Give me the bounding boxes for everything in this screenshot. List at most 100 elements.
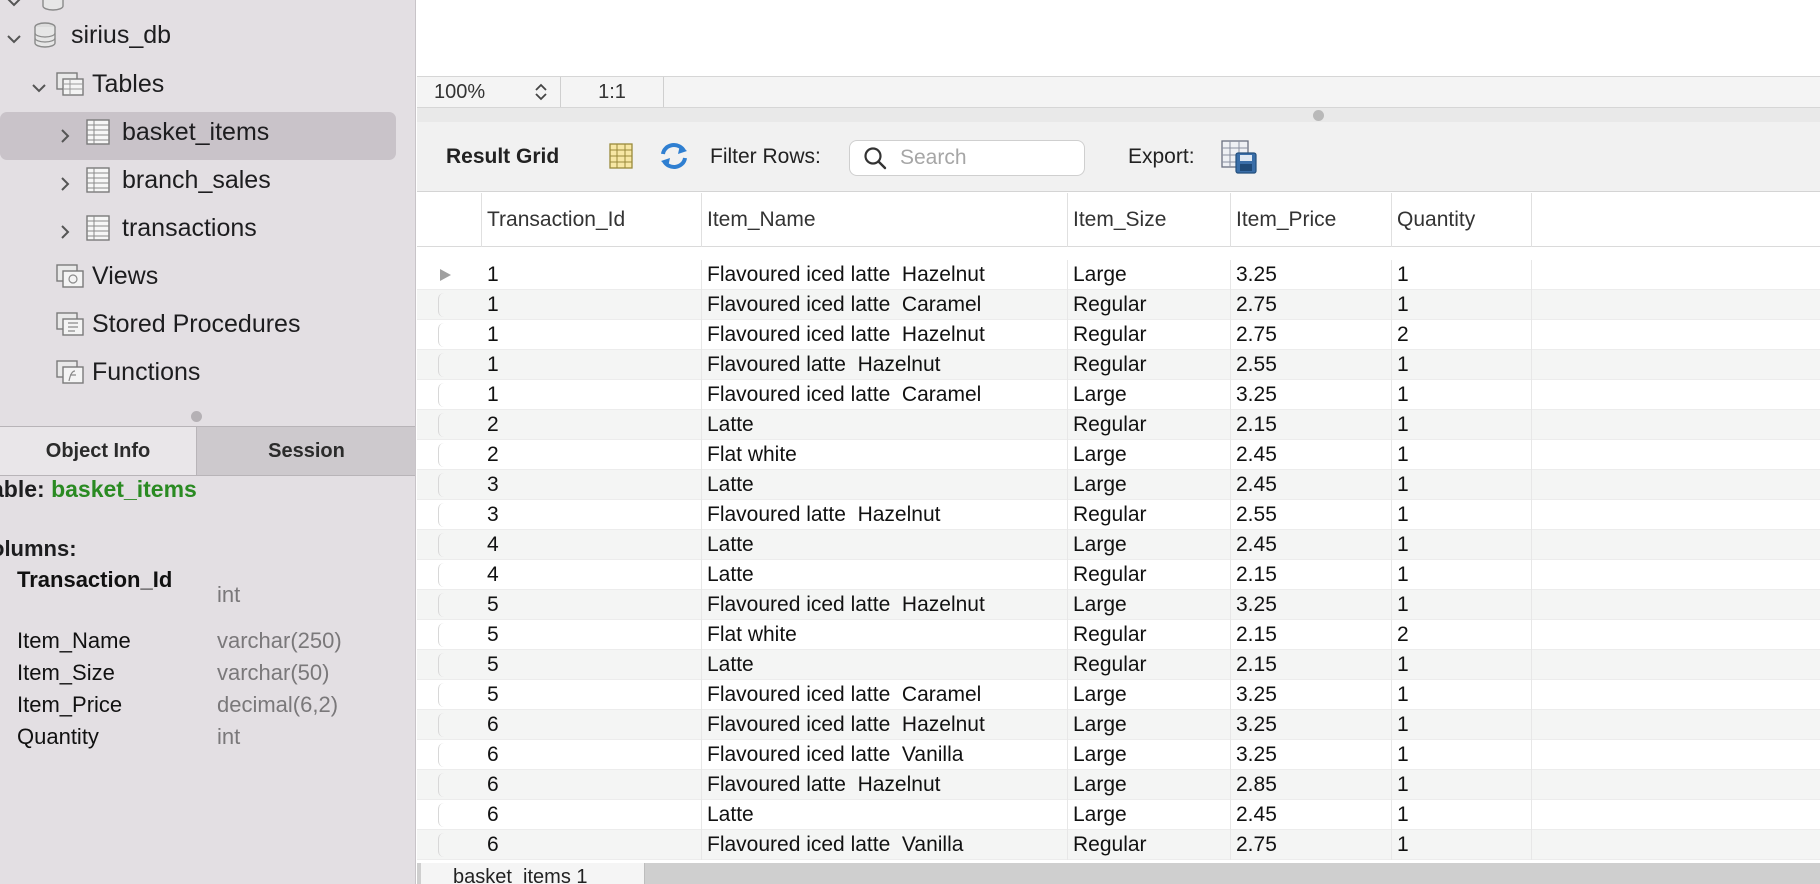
table-cell[interactable]: 3.25 [1231,740,1392,770]
table-cell[interactable]: 1 [482,320,702,350]
table-cell[interactable]: 1 [1392,290,1532,320]
table-cell[interactable]: 1 [1392,470,1532,500]
table-cell[interactable]: 2.75 [1231,320,1392,350]
table-cell[interactable]: 1 [482,260,702,290]
table-cell[interactable]: Latte [702,650,1068,680]
chevron-right-icon[interactable] [56,123,74,143]
table-cell[interactable]: 2.45 [1231,530,1392,560]
table-cell[interactable]: Large [1068,710,1231,740]
table-row[interactable]: 1 Flavoured iced latte Hazelnut Regular 2.7… [417,320,1820,350]
table-cell[interactable]: 2.85 [1231,770,1392,800]
table-row[interactable]: 6 Flavoured iced latte Vanilla Regular 2.75… [417,830,1820,860]
table-cell[interactable]: 2 [1392,620,1532,650]
table-cell[interactable]: 6 [482,830,702,860]
table-cell[interactable]: Flavoured latte Hazelnut [702,770,1068,800]
table-cell[interactable]: 1 [1392,800,1532,830]
grid-layout-icon[interactable] [607,142,635,170]
table-cell[interactable]: 1 [1392,410,1532,440]
table-cell[interactable]: 2.75 [1231,830,1392,860]
table-cell[interactable]: 5 [482,590,702,620]
table-cell[interactable]: 1 [1392,260,1532,290]
table-row[interactable]: 1 Flavoured iced latte Hazelnut Large 3.25 1 [417,260,1820,290]
refresh-icon[interactable] [657,140,691,172]
table-row[interactable]: 6 Flavoured iced latte Vanilla Large 3.25 1 [417,740,1820,770]
table-cell[interactable]: Large [1068,260,1231,290]
table-cell[interactable]: 1 [1392,380,1532,410]
table-cell[interactable]: 2 [1392,320,1532,350]
table-cell[interactable]: 1 [1392,680,1532,710]
table-cell[interactable]: 1 [482,380,702,410]
table-row[interactable]: 2 Flat white Large 2.45 1 [417,440,1820,470]
table-cell[interactable]: 1 [482,350,702,380]
table-cell[interactable]: Regular [1068,830,1231,860]
table-row[interactable]: 5 Flat white Regular 2.15 2 [417,620,1820,650]
table-cell[interactable]: 2.45 [1231,800,1392,830]
tab-object-info[interactable]: Object Info [0,427,197,475]
table-cell[interactable]: 2.55 [1231,500,1392,530]
table-item-branch-sales[interactable]: branch_sales [0,160,415,200]
table-cell[interactable]: Flavoured iced latte Vanilla [702,740,1068,770]
column-header[interactable]: Quantity [1392,193,1532,247]
table-cell[interactable]: 6 [482,710,702,740]
table-cell[interactable]: Large [1068,800,1231,830]
column-header[interactable]: Transaction_Id [482,193,702,247]
table-cell[interactable]: 6 [482,770,702,800]
table-row[interactable]: 6 Latte Large 2.45 1 [417,800,1820,830]
table-cell[interactable]: 5 [482,620,702,650]
chevron-down-icon[interactable] [30,75,48,93]
chevron-right-icon[interactable] [56,171,74,191]
table-cell[interactable]: 3 [482,470,702,500]
table-row[interactable]: 1 Flavoured iced latte Caramel Large 3.25 1 [417,380,1820,410]
result-grid[interactable]: Transaction_Id Item_Name Item_Size Item_… [417,193,1820,863]
table-cell[interactable]: Regular [1068,320,1231,350]
table-cell[interactable]: 1 [1392,530,1532,560]
filter-search-input[interactable] [900,146,1080,170]
table-cell[interactable]: 2 [482,440,702,470]
table-cell[interactable]: 3.25 [1231,680,1392,710]
table-row[interactable]: 4 Latte Large 2.45 1 [417,530,1820,560]
table-cell[interactable]: Large [1068,380,1231,410]
table-cell[interactable]: 2.55 [1231,350,1392,380]
zoom-select[interactable]: 100% [417,77,561,107]
table-row[interactable]: 4 Latte Regular 2.15 1 [417,560,1820,590]
table-cell[interactable]: 3.25 [1231,380,1392,410]
column-header[interactable]: Item_Name [702,193,1068,247]
table-cell[interactable]: 2.75 [1231,290,1392,320]
table-cell[interactable]: 2.15 [1231,560,1392,590]
result-tab[interactable]: basket_items 1 [421,863,645,884]
table-cell[interactable]: 1 [1392,830,1532,860]
tree-item-tables[interactable]: Tables [0,64,415,104]
table-cell[interactable]: Large [1068,680,1231,710]
table-cell[interactable]: Regular [1068,620,1231,650]
table-cell[interactable]: 3.25 [1231,260,1392,290]
table-cell[interactable]: 3.25 [1231,710,1392,740]
table-cell[interactable]: 3.25 [1231,590,1392,620]
table-cell[interactable]: 1 [1392,560,1532,590]
table-cell[interactable]: Flat white [702,440,1068,470]
table-cell[interactable]: 1 [1392,650,1532,680]
table-item-transactions[interactable]: transactions [0,208,415,248]
table-cell[interactable]: Large [1068,770,1231,800]
chevron-right-icon[interactable] [56,219,74,239]
stepper-icon[interactable] [534,82,548,102]
table-cell[interactable]: Flavoured latte Hazelnut [702,500,1068,530]
table-item-basket-items[interactable]: basket_items [0,112,415,160]
table-row[interactable]: 1 Flavoured latte Hazelnut Regular 2.55 1 [417,350,1820,380]
table-row[interactable]: 3 Flavoured latte Hazelnut Regular 2.55 1 [417,500,1820,530]
tree-item-views[interactable]: Views [0,256,415,296]
table-cell[interactable]: Large [1068,530,1231,560]
schema-item-sirius-db[interactable]: sirius_db [0,15,415,55]
table-row[interactable]: 3 Latte Large 2.45 1 [417,470,1820,500]
table-cell[interactable]: 2.45 [1231,470,1392,500]
table-cell[interactable]: Flavoured iced latte Hazelnut [702,590,1068,620]
tree-item-functions[interactable]: Functions [0,352,415,392]
table-cell[interactable]: 1 [482,290,702,320]
splitter-handle[interactable] [191,411,202,422]
table-cell[interactable]: 2.15 [1231,620,1392,650]
table-cell[interactable]: 1 [1392,710,1532,740]
table-cell[interactable]: Regular [1068,410,1231,440]
table-cell[interactable]: 2.15 [1231,650,1392,680]
table-cell[interactable]: 6 [482,800,702,830]
table-cell[interactable]: 1 [1392,590,1532,620]
table-cell[interactable]: 5 [482,650,702,680]
